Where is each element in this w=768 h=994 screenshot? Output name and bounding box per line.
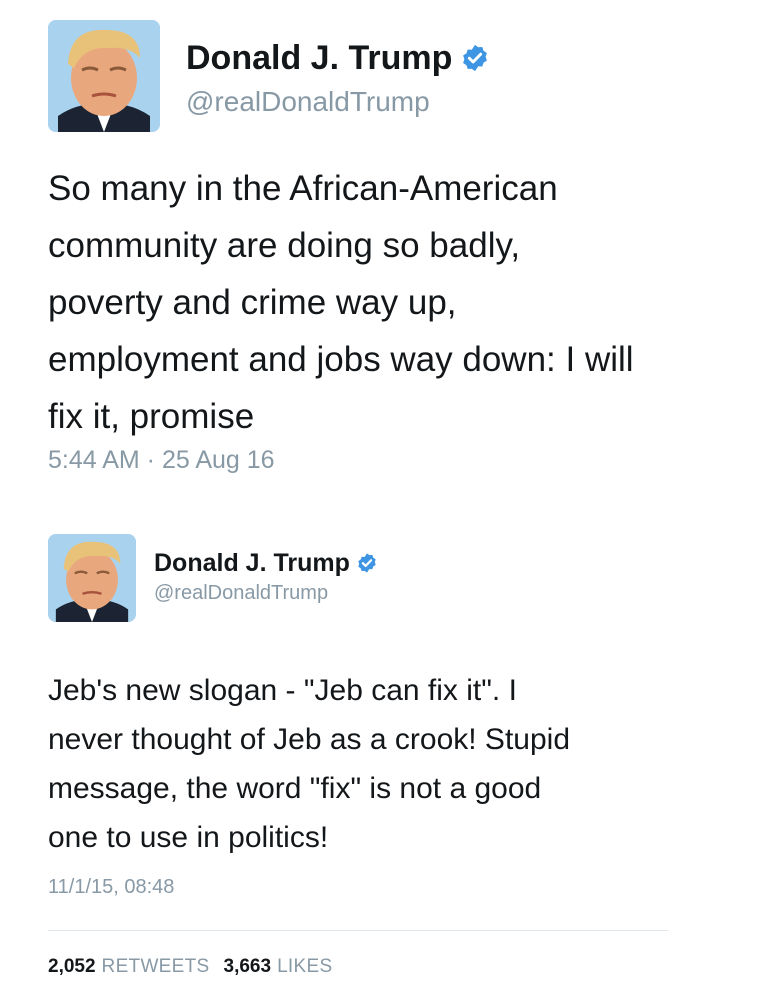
tweet-text-line: poverty and crime way up,	[48, 283, 457, 322]
retweets-label[interactable]: RETWEETS	[102, 956, 210, 977]
display-name[interactable]: Donald J. Trump	[186, 38, 490, 78]
tweet-text-line: never thought of Jeb as a crook! Stupid	[48, 723, 570, 756]
tweet-text-line: So many in the African-American	[48, 169, 558, 208]
avatar[interactable]	[48, 20, 160, 132]
tweet-text-line: message, the word "fix" is not a good	[48, 772, 542, 805]
likes-label[interactable]: LIKES	[277, 956, 332, 977]
tweet-text-line: one to use in politics!	[48, 821, 329, 854]
tweet-stats: 2,052 RETWEETS 3,663 LIKES	[48, 956, 346, 978]
verified-badge-icon	[460, 43, 490, 73]
tweet-text-line: community are doing so badly,	[48, 226, 521, 265]
likes-count[interactable]: 3,663	[224, 956, 272, 977]
tweet-text: Jeb's new slogan - "Jeb can fix it". I n…	[48, 666, 570, 862]
retweets-count[interactable]: 2,052	[48, 956, 96, 977]
timestamp[interactable]: 5:44 AM · 25 Aug 16	[48, 446, 275, 475]
avatar-image	[48, 534, 136, 622]
avatar[interactable]	[48, 534, 136, 622]
tweet-text-line: Jeb's new slogan - "Jeb can fix it". I	[48, 674, 517, 707]
display-name-text: Donald J. Trump	[186, 38, 453, 77]
tweet-text: So many in the African-American communit…	[48, 160, 634, 445]
timestamp[interactable]: 11/1/15, 08:48	[48, 876, 174, 899]
tweet-text-line: fix it, promise	[48, 397, 255, 436]
display-name-text: Donald J. Trump	[154, 548, 350, 577]
divider	[48, 930, 668, 931]
display-name[interactable]: Donald J. Trump	[154, 548, 378, 578]
verified-badge-icon	[356, 552, 378, 574]
avatar-image	[48, 20, 160, 132]
tweet-text-line: employment and jobs way down: I will	[48, 340, 634, 379]
handle[interactable]: @realDonaldTrump	[186, 86, 430, 118]
handle[interactable]: @realDonaldTrump	[154, 582, 328, 605]
